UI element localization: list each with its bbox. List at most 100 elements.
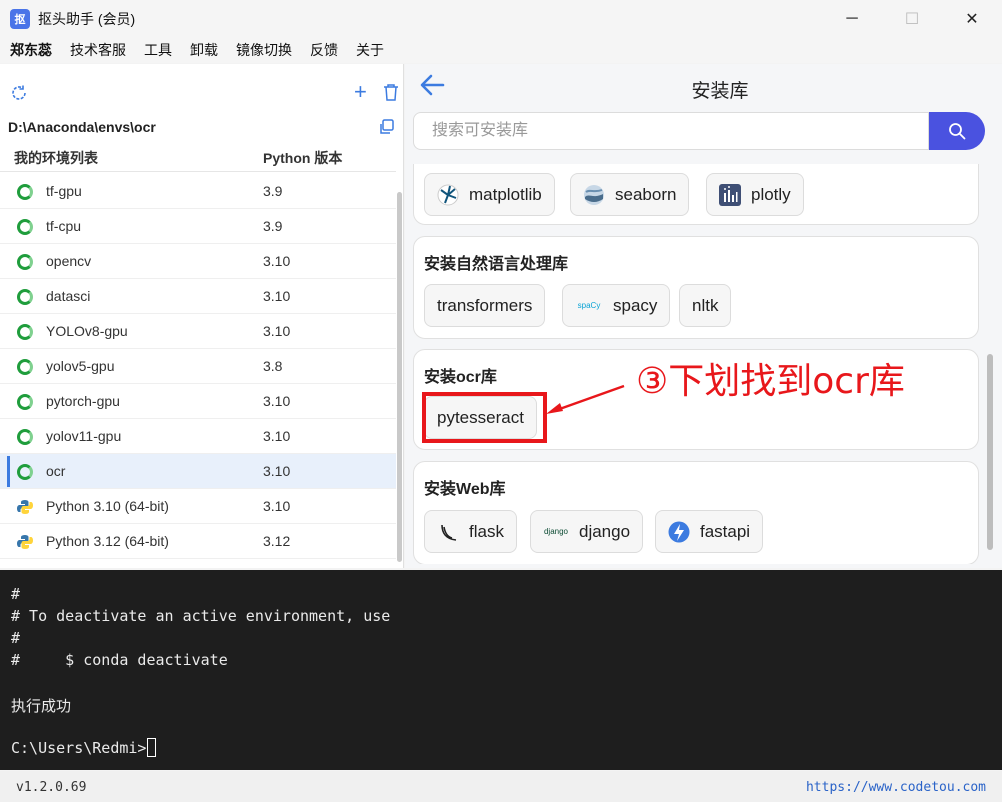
env-list-scrollbar[interactable] xyxy=(397,192,402,562)
annotation-text: ③下划找到ocr库 xyxy=(636,361,905,402)
package-label: flask xyxy=(469,521,504,541)
conda-ring-icon xyxy=(17,359,33,375)
plotly-icon xyxy=(719,183,741,206)
package-label: nltk xyxy=(692,295,719,315)
terminal-prompt-line[interactable]: C:\Users\Redmi> xyxy=(11,738,157,757)
env-name: yolov5-gpu xyxy=(46,358,115,374)
env-python-version: 3.10 xyxy=(263,498,291,514)
env-python-version: 3.10 xyxy=(263,463,291,479)
flask-icon xyxy=(437,521,459,543)
env-table-header: 我的环境列表 Python 版本 xyxy=(0,144,396,172)
website-link[interactable]: https://www.codetou.com xyxy=(806,780,986,795)
env-name: opencv xyxy=(46,253,92,269)
close-button[interactable]: ✕ xyxy=(942,0,1002,37)
refresh-icon[interactable] xyxy=(10,84,28,102)
menu-feedback[interactable]: 反馈 xyxy=(310,40,338,60)
package-label: transformers xyxy=(437,295,533,315)
env-path: D:\Anaconda\envs\ocr xyxy=(8,119,156,135)
version-label: v1.2.0.69 xyxy=(16,780,87,795)
menu-mirror-switch[interactable]: 镜像切换 xyxy=(236,40,292,60)
env-row-python-3-10-64-bit[interactable]: Python 3.10 (64-bit) 3.10 xyxy=(0,489,396,524)
conda-ring-icon xyxy=(17,464,33,480)
conda-ring-icon xyxy=(17,429,33,445)
title-bar: 抠 抠头助手 (会员) ─ ☐ ✕ xyxy=(0,0,1002,37)
env-name: ocr xyxy=(46,463,66,479)
python-logo-icon xyxy=(17,499,33,515)
annotation-arrow-icon xyxy=(546,384,625,414)
matplotlib-icon xyxy=(437,184,459,206)
package-chip-transformers[interactable]: transformers xyxy=(424,284,546,327)
search-button[interactable] xyxy=(929,112,985,150)
package-chip-nltk[interactable]: nltk xyxy=(679,284,732,327)
maximize-button[interactable]: ☐ xyxy=(882,0,942,37)
package-chip-plotly[interactable]: plotly xyxy=(706,173,804,216)
card-title: 安装ocr库 xyxy=(424,369,497,386)
terminal-line: # xyxy=(11,629,21,647)
library-panel: 安装库 matplotlib seaborn xyxy=(405,64,1002,568)
search-field xyxy=(413,112,929,150)
package-label: seaborn xyxy=(615,184,677,204)
package-chip-seaborn[interactable]: seaborn xyxy=(570,173,690,216)
conda-ring-icon xyxy=(17,394,33,410)
annotation-highlight-box xyxy=(422,392,547,443)
package-chip-django[interactable]: django django xyxy=(530,510,644,553)
minimize-button[interactable]: ─ xyxy=(822,0,882,37)
env-python-version: 3.10 xyxy=(263,428,291,444)
env-row-yolov8-gpu[interactable]: YOLOv8-gpu 3.10 xyxy=(0,314,396,349)
env-row-pytorch-gpu[interactable]: pytorch-gpu 3.10 xyxy=(0,384,396,419)
package-chip-matplotlib[interactable]: matplotlib xyxy=(424,173,555,216)
card-title: 安装Web库 xyxy=(424,481,506,498)
terminal-cursor xyxy=(147,738,157,757)
env-row-opencv[interactable]: opencv 3.10 xyxy=(0,244,396,279)
fastapi-icon xyxy=(668,521,690,543)
menu-tech-support[interactable]: 技术客服 xyxy=(70,40,126,60)
env-row-ocr[interactable]: ocr 3.10 xyxy=(0,454,396,489)
package-label: django xyxy=(579,521,631,541)
env-toolbar: + xyxy=(0,64,404,116)
page-title: 安装库 xyxy=(691,81,749,102)
delete-env-icon[interactable] xyxy=(383,83,399,101)
env-row-datasci[interactable]: datasci 3.10 xyxy=(0,279,396,314)
env-python-version: 3.9 xyxy=(263,218,283,234)
conda-ring-icon xyxy=(17,324,33,340)
status-bar: v1.2.0.69 https://www.codetou.com xyxy=(0,771,1002,802)
env-name: pytorch-gpu xyxy=(46,393,120,409)
terminal-line: 执行成功 xyxy=(11,697,72,715)
terminal-prompt: C:\Users\Redmi> xyxy=(11,739,147,757)
add-env-icon[interactable]: + xyxy=(354,81,367,103)
package-label: matplotlib xyxy=(469,184,542,204)
search-input[interactable] xyxy=(414,113,928,149)
menu-tools[interactable]: 工具 xyxy=(144,40,172,60)
env-row-python-3-12-64-bit[interactable]: Python 3.12 (64-bit) 3.12 xyxy=(0,524,396,559)
env-name: Python 3.10 (64-bit) xyxy=(46,498,169,514)
search-icon xyxy=(949,123,966,140)
library-scrollbar[interactable] xyxy=(987,354,993,550)
conda-ring-icon xyxy=(17,254,33,270)
env-row-tf-cpu[interactable]: tf-cpu 3.9 xyxy=(0,209,396,244)
terminal-line: # xyxy=(11,585,21,603)
env-row-yolov11-gpu[interactable]: yolov11-gpu 3.10 xyxy=(0,419,396,454)
library-card-nlp: 安装自然语言处理库 transformers spaCy spacy nltk xyxy=(413,236,979,339)
package-chip-flask[interactable]: flask xyxy=(424,510,517,553)
env-python-version: 3.9 xyxy=(263,183,283,199)
env-python-version: 3.10 xyxy=(263,393,291,409)
library-card-visualization: matplotlib seaborn plotly xyxy=(413,164,979,225)
conda-ring-icon xyxy=(17,219,33,235)
menu-uninstall[interactable]: 卸载 xyxy=(190,40,218,60)
env-row-yolov5-gpu[interactable]: yolov5-gpu 3.8 xyxy=(0,349,396,384)
terminal-output[interactable]: # # To deactivate an active environment,… xyxy=(0,570,1002,770)
copy-icon[interactable] xyxy=(378,119,394,135)
env-python-version: 3.12 xyxy=(263,533,291,549)
package-chip-fastapi[interactable]: fastapi xyxy=(655,510,764,553)
env-header-version: Python 版本 xyxy=(263,149,343,166)
env-header-name: 我的环境列表 xyxy=(14,149,98,166)
spacy-icon: spaCy xyxy=(577,301,601,310)
env-row-tf-gpu[interactable]: tf-gpu 3.9 xyxy=(0,174,396,209)
package-chip-spacy[interactable]: spaCy spacy xyxy=(562,284,671,327)
menu-about[interactable]: 关于 xyxy=(356,40,384,60)
env-panel: + D:\Anaconda\envs\ocr 我的环境列表 Python 版本 … xyxy=(0,64,404,568)
env-python-version: 3.10 xyxy=(263,288,291,304)
menu-user[interactable]: 郑东蕊 xyxy=(10,40,52,60)
env-name: datasci xyxy=(46,288,91,304)
conda-ring-icon xyxy=(17,184,33,200)
